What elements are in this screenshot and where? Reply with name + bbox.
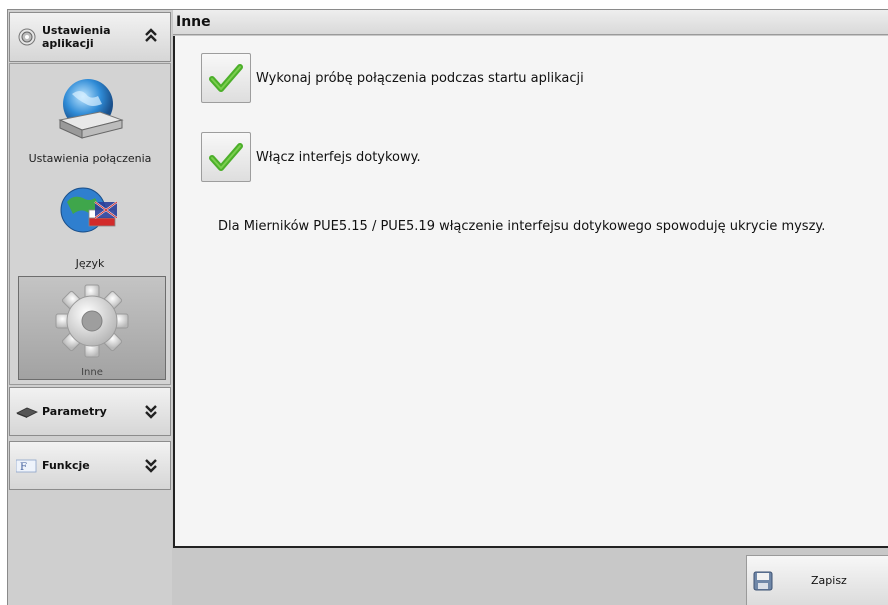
settings-content: Wykonaj próbę połączenia podczas startu … xyxy=(173,36,888,548)
page-title: Inne xyxy=(176,14,211,30)
chevron-down-double-icon[interactable] xyxy=(142,457,160,475)
app-settings-items: Ustawienia połączenia Język Inne xyxy=(9,63,171,385)
group-title-parameters: Parametry xyxy=(42,405,107,418)
bottom-toolbar: Zapisz xyxy=(173,550,888,605)
startup-connection-checkbox[interactable] xyxy=(201,53,251,103)
language-globe-flags-icon xyxy=(55,184,125,243)
chip-icon xyxy=(16,401,38,423)
touch-interface-label: Włącz interfejs dotykowy. xyxy=(256,149,421,165)
save-button[interactable]: Zapisz xyxy=(746,555,888,605)
save-button-label: Zapisz xyxy=(811,574,847,587)
touch-interface-checkbox[interactable] xyxy=(201,132,251,182)
group-title-line2: aplikacji xyxy=(42,37,94,50)
group-header-functions[interactable]: F Funkcje xyxy=(9,441,171,490)
chevron-up-double-icon[interactable] xyxy=(142,28,160,46)
app-window: Ustawienia aplikacji Ustawienia połączen… xyxy=(7,9,888,605)
sidebar-item-label: Ustawienia połączenia xyxy=(28,152,152,165)
function-icon: F xyxy=(16,455,38,477)
sidebar-item-label: Język xyxy=(75,257,105,270)
checkmark-icon xyxy=(209,64,243,92)
floppy-disk-icon xyxy=(753,571,773,591)
gear-icon xyxy=(54,283,130,363)
group-header-parameters[interactable]: Parametry xyxy=(9,387,171,436)
network-connection-icon xyxy=(50,74,130,148)
sidebar-item-other[interactable]: Inne xyxy=(18,276,166,380)
svg-text:F: F xyxy=(20,462,27,473)
touch-interface-info-text: Dla Mierników PUE5.15 / PUE5.19 włączeni… xyxy=(218,219,826,234)
option-row-startup-connection: Wykonaj próbę połączenia podczas startu … xyxy=(201,53,584,103)
sidebar: Ustawienia aplikacji Ustawienia połączen… xyxy=(8,10,172,605)
settings-gear-icon xyxy=(16,26,38,48)
checkmark-icon xyxy=(209,143,243,171)
startup-connection-label: Wykonaj próbę połączenia podczas startu … xyxy=(256,70,584,86)
chevron-down-double-icon[interactable] xyxy=(142,403,160,421)
group-title-app-settings: Ustawienia aplikacji xyxy=(42,24,142,50)
sidebar-item-label: Inne xyxy=(81,367,103,378)
group-title-functions: Funkcje xyxy=(42,459,90,472)
page-title-bar: Inne xyxy=(173,10,888,35)
group-title-line1: Ustawienia xyxy=(42,24,111,37)
sidebar-item-connection-settings[interactable]: Ustawienia połączenia xyxy=(10,74,170,174)
group-header-app-settings[interactable]: Ustawienia aplikacji xyxy=(9,12,171,62)
option-row-touch-interface: Włącz interfejs dotykowy. xyxy=(201,132,421,182)
sidebar-item-language[interactable]: Język xyxy=(10,184,170,274)
